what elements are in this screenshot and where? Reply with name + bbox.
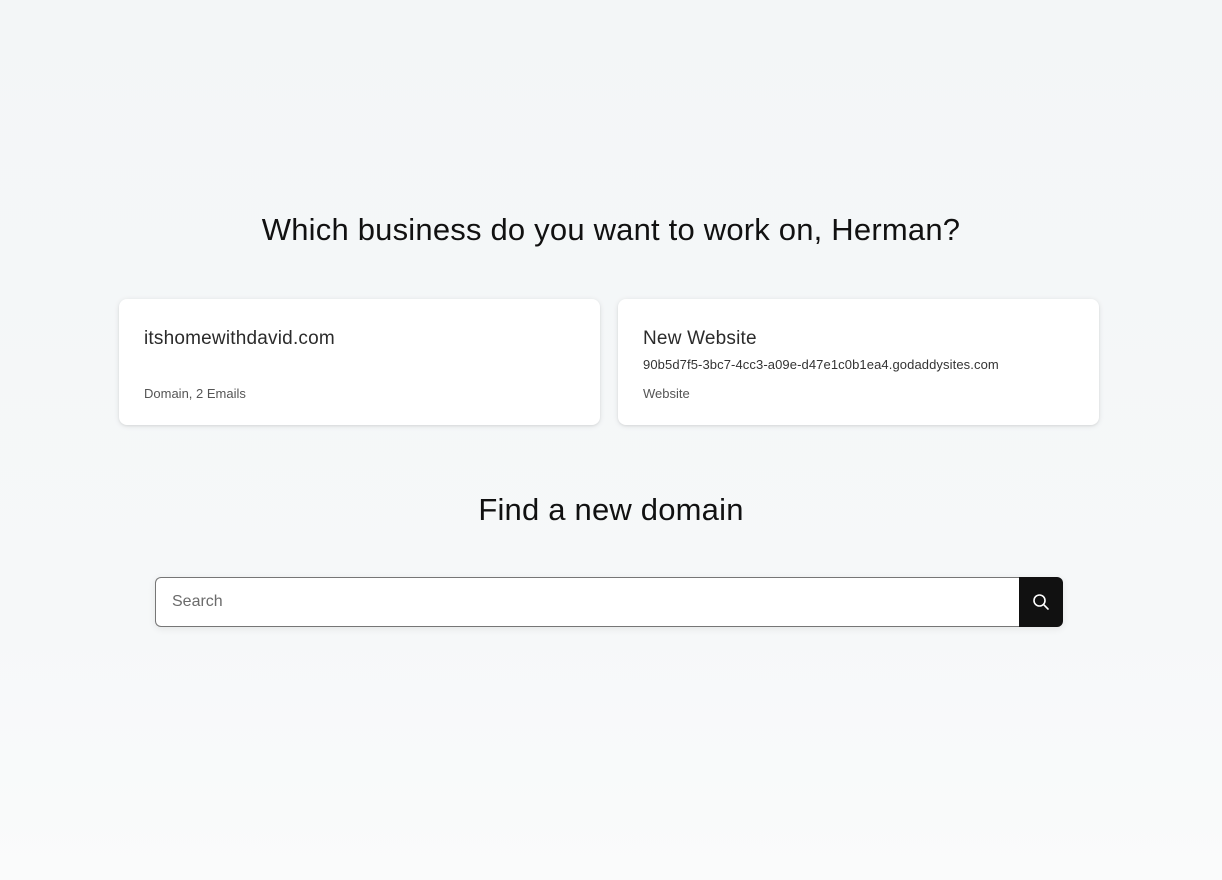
business-name: itshomewithdavid.com [144, 328, 335, 349]
business-card-itshomewithdavid[interactable]: itshomewithdavid.com Domain, 2 Emails [119, 299, 600, 425]
domain-search-bar [155, 577, 1063, 627]
business-name: New Website [643, 328, 757, 349]
business-card-list: itshomewithdavid.com Domain, 2 Emails Ne… [119, 299, 1099, 425]
business-url: 90b5d7f5-3bc7-4cc3-a09e-d47e1c0b1ea4.god… [643, 357, 999, 372]
find-domain-title: Find a new domain [478, 492, 744, 527]
business-products: Domain, 2 Emails [144, 386, 246, 401]
business-products: Website [643, 386, 690, 401]
domain-search-input[interactable] [155, 577, 1019, 627]
page-title: Which business do you want to work on, H… [261, 212, 961, 247]
business-card-new-website[interactable]: New Website 90b5d7f5-3bc7-4cc3-a09e-d47e… [618, 299, 1099, 425]
search-icon [1032, 593, 1050, 611]
domain-search-button[interactable] [1019, 577, 1063, 627]
